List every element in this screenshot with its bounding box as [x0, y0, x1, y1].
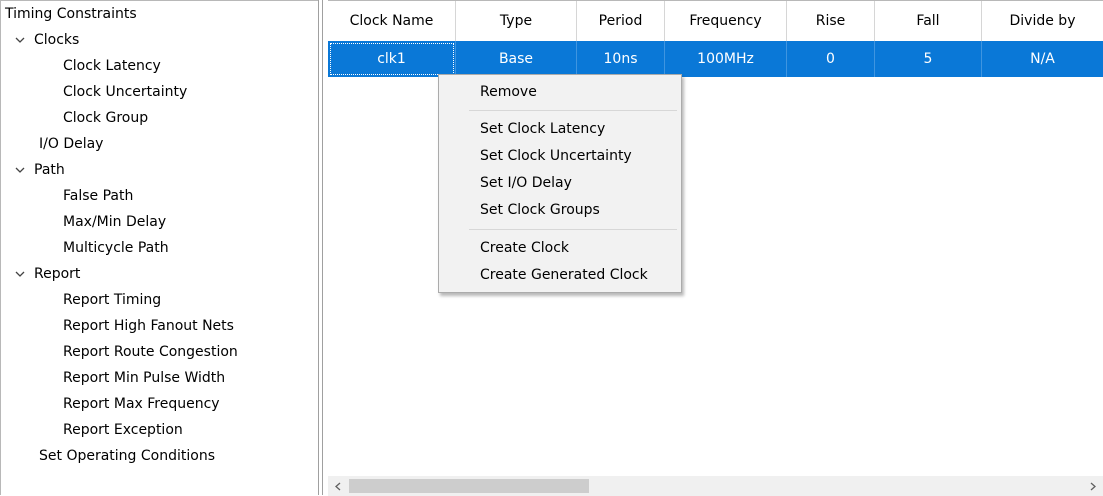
- chevron-right-icon[interactable]: [1083, 476, 1103, 496]
- tree-item-report-min-pulse-width[interactable]: Report Min Pulse Width: [63, 365, 225, 391]
- tree-item-set-operating-conditions[interactable]: Set Operating Conditions: [39, 443, 215, 469]
- menu-item-set-clock-groups[interactable]: Set Clock Groups: [480, 198, 600, 222]
- table-cell-frequency[interactable]: 100MHz: [665, 41, 787, 77]
- column-header-frequency[interactable]: Frequency: [665, 1, 787, 41]
- chevron-down-icon[interactable]: [14, 157, 26, 183]
- column-header-period[interactable]: Period: [577, 1, 665, 41]
- tree-item-report-max-frequency[interactable]: Report Max Frequency: [63, 391, 220, 417]
- column-header-fall[interactable]: Fall: [875, 1, 982, 41]
- tree-node-path[interactable]: Path: [1, 157, 319, 183]
- tree-item-clock-group[interactable]: Clock Group: [63, 105, 148, 131]
- tree-item-report-timing[interactable]: Report Timing: [63, 287, 161, 313]
- chevron-left-icon[interactable]: [328, 476, 348, 496]
- context-menu: Remove Set Clock Latency Set Clock Uncer…: [438, 74, 682, 293]
- table-cell-type[interactable]: Base: [456, 41, 577, 77]
- column-header-type[interactable]: Type: [456, 1, 577, 41]
- tree-item-multicycle-path[interactable]: Multicycle Path: [63, 235, 169, 261]
- tree-item-report-high-fanout-nets[interactable]: Report High Fanout Nets: [63, 313, 234, 339]
- tree-item-io-delay[interactable]: I/O Delay: [39, 131, 103, 157]
- tree-item-report-route-congestion[interactable]: Report Route Congestion: [63, 339, 238, 365]
- menu-item-set-clock-latency[interactable]: Set Clock Latency: [480, 117, 605, 141]
- table-cell-divide-by[interactable]: N/A: [982, 41, 1103, 77]
- menu-separator: [469, 110, 677, 111]
- table-cell-rise[interactable]: 0: [787, 41, 875, 77]
- table-cell-fall[interactable]: 5: [875, 41, 982, 77]
- menu-item-set-io-delay[interactable]: Set I/O Delay: [480, 171, 572, 195]
- menu-item-remove[interactable]: Remove: [480, 80, 537, 104]
- menu-item-set-clock-uncertainty[interactable]: Set Clock Uncertainty: [480, 144, 632, 168]
- column-header-divide-by[interactable]: Divide by: [982, 1, 1103, 41]
- tree-item-false-path[interactable]: False Path: [63, 183, 133, 209]
- tree-item-clock-uncertainty[interactable]: Clock Uncertainty: [63, 79, 187, 105]
- horizontal-scrollbar[interactable]: [328, 476, 1103, 496]
- table-cell-clock-name[interactable]: clk1: [328, 41, 456, 77]
- column-header-clock-name[interactable]: Clock Name: [328, 1, 456, 41]
- tree-item-clock-latency[interactable]: Clock Latency: [63, 53, 161, 79]
- pane-splitter[interactable]: [318, 0, 328, 495]
- tree-item-max-min-delay[interactable]: Max/Min Delay: [63, 209, 166, 235]
- table-row[interactable]: clk1 Base 10ns 100MHz 0 5 N/A: [328, 41, 1103, 77]
- chevron-down-icon[interactable]: [14, 261, 26, 287]
- tree-item-report-exception[interactable]: Report Exception: [63, 417, 183, 443]
- chevron-down-icon[interactable]: [14, 27, 26, 53]
- tree-node-clocks[interactable]: Clocks: [1, 27, 319, 53]
- tree-node-report[interactable]: Report: [1, 261, 319, 287]
- menu-item-create-generated-clock[interactable]: Create Generated Clock: [480, 263, 648, 287]
- tree-root-timing-constraints[interactable]: Timing Constraints: [5, 1, 137, 27]
- menu-separator: [469, 229, 677, 230]
- tree-node-label: Clocks: [34, 32, 80, 48]
- menu-item-create-clock[interactable]: Create Clock: [480, 236, 569, 260]
- table-header: Clock Name Type Period Frequency Rise Fa…: [328, 1, 1103, 41]
- column-header-rise[interactable]: Rise: [787, 1, 875, 41]
- tree-node-label: Report: [34, 266, 81, 282]
- table-cell-period[interactable]: 10ns: [577, 41, 665, 77]
- tree-node-label: Path: [34, 162, 65, 178]
- scrollbar-thumb[interactable]: [349, 479, 589, 493]
- constraints-tree: Timing Constraints Clocks Clock Latency …: [0, 0, 318, 495]
